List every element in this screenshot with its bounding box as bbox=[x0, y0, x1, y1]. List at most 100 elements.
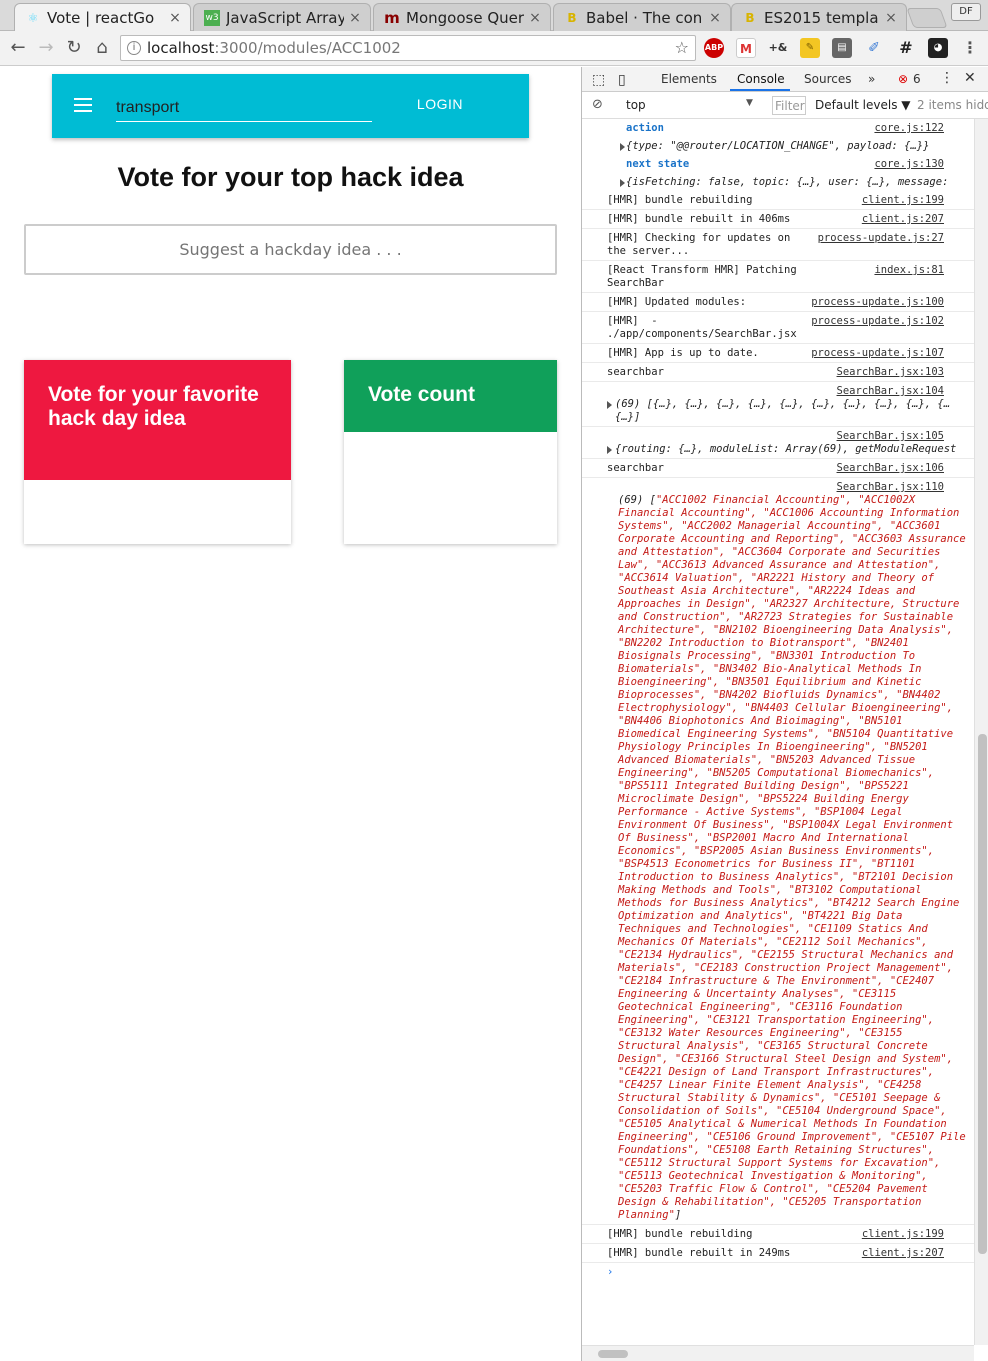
console-log: core.js:122 action {type: "@@router/LOCATI… bbox=[582, 119, 974, 1345]
console-row: core.js:122 action bbox=[582, 119, 974, 137]
tab-mongoose-query[interactable]: m Mongoose Quer × bbox=[373, 3, 551, 31]
log-source-link[interactable]: process-update.js:27 bbox=[813, 232, 944, 245]
url-path: :3000/modules/ACC1002 bbox=[214, 39, 401, 57]
console-row: {type: "@@router/LOCATION_CHANGE", paylo… bbox=[582, 137, 974, 155]
tab-title: ES2015 templa bbox=[764, 8, 879, 27]
back-icon[interactable]: ← bbox=[6, 36, 30, 60]
log-message: {type: "@@router/LOCATION_CHANGE", paylo… bbox=[626, 140, 930, 152]
log-source-link[interactable]: SearchBar.jsx:110 bbox=[832, 481, 944, 494]
tab-title: Babel · The con bbox=[586, 8, 703, 27]
log-source-link[interactable]: SearchBar.jsx:105 bbox=[832, 430, 944, 443]
levels-select[interactable]: Default levels ▼ bbox=[815, 98, 911, 112]
expand-triangle-icon[interactable] bbox=[620, 179, 625, 187]
menu-dots-icon[interactable]: ⋮ bbox=[960, 38, 980, 58]
log-source-link[interactable]: client.js:207 bbox=[857, 1247, 944, 1260]
console-row: client.js:199 [HMR] bundle rebuilding bbox=[582, 1225, 974, 1244]
new-tab-button[interactable] bbox=[906, 8, 948, 28]
incognito-icon[interactable]: ◕ bbox=[928, 38, 948, 58]
tab-javascript-array[interactable]: w3 JavaScript Array × bbox=[193, 3, 371, 31]
console-row: process-update.js:102 [HMR] - ./app/compo… bbox=[582, 312, 974, 344]
info-icon[interactable]: i bbox=[127, 41, 141, 55]
log-source-link[interactable]: client.js:199 bbox=[857, 1228, 944, 1241]
tab-elements[interactable]: Elements bbox=[661, 72, 717, 86]
gmail-icon[interactable]: M bbox=[736, 38, 756, 58]
devtools-menu-icon[interactable]: ⋮ bbox=[940, 70, 954, 86]
array-suffix: ] bbox=[674, 1209, 682, 1221]
log-source-link[interactable]: core.js:122 bbox=[870, 122, 944, 135]
page-title: Vote for your top hack idea bbox=[117, 162, 464, 192]
chevron-down-icon[interactable]: ▼ bbox=[746, 98, 753, 108]
log-source-link[interactable]: client.js:207 bbox=[857, 213, 944, 226]
devtools-tabbar: ⬚ ▯ Elements Console Sources » ⊗ 6 ⋮ ✕ bbox=[582, 67, 988, 92]
log-source-link[interactable]: process-update.js:107 bbox=[807, 347, 944, 360]
close-icon[interactable]: × bbox=[348, 10, 362, 26]
babel-icon: B bbox=[567, 10, 577, 25]
console-row: client.js:207 [HMR] bundle rebuilt in 406… bbox=[582, 210, 974, 229]
vote-count-card: Vote count bbox=[344, 360, 557, 544]
forward-icon[interactable]: → bbox=[34, 36, 58, 60]
address-bar[interactable]: i localhost:3000/modules/ACC1002 ☆ bbox=[120, 35, 696, 61]
login-button[interactable]: LOGIN bbox=[417, 96, 463, 112]
horizontal-scrollbar[interactable] bbox=[582, 1345, 974, 1361]
tab-babel[interactable]: B Babel · The con × bbox=[553, 3, 731, 31]
console-prompt[interactable]: › bbox=[582, 1263, 974, 1281]
close-icon[interactable]: × bbox=[168, 10, 182, 26]
idea-input[interactable] bbox=[24, 224, 557, 275]
page-viewport: LOGIN Vote for your top hack idea Vote f… bbox=[0, 67, 581, 1361]
grid-icon[interactable]: # bbox=[896, 38, 916, 58]
filter-input[interactable]: Filter bbox=[772, 96, 806, 115]
babel-icon: B bbox=[745, 10, 755, 25]
close-icon[interactable]: × bbox=[528, 10, 542, 26]
tab-title: Vote | reactGo bbox=[47, 8, 155, 27]
console-row: client.js:199 [HMR] bundle rebuilding bbox=[582, 191, 974, 210]
translate-icon[interactable]: +& bbox=[768, 38, 788, 58]
error-count: 6 bbox=[913, 72, 921, 86]
inspect-icon[interactable]: ⬚ bbox=[592, 72, 605, 88]
log-source-link[interactable]: SearchBar.jsx:106 bbox=[832, 462, 944, 475]
tab-sources[interactable]: Sources bbox=[804, 72, 851, 86]
vertical-scrollbar[interactable] bbox=[974, 119, 988, 1345]
log-source-link[interactable]: client.js:199 bbox=[857, 194, 944, 207]
console-row-modules: SearchBar.jsx:110 (69) ["ACC1002 Financi… bbox=[582, 478, 974, 1225]
expand-triangle-icon[interactable] bbox=[607, 446, 612, 454]
more-tabs-icon[interactable]: » bbox=[868, 72, 875, 86]
log-source-link[interactable]: process-update.js:100 bbox=[807, 296, 944, 309]
search-input[interactable] bbox=[116, 88, 372, 122]
console-row: process-update.js:107 [HMR] App is up to … bbox=[582, 344, 974, 363]
adblock-icon[interactable]: ABP bbox=[704, 38, 724, 58]
scroll-thumb[interactable] bbox=[978, 734, 987, 1254]
extension-icon[interactable]: ▤ bbox=[832, 38, 852, 58]
profile-badge[interactable]: DF bbox=[951, 3, 981, 21]
url-host: localhost bbox=[147, 39, 215, 57]
log-source-link[interactable]: SearchBar.jsx:104 bbox=[832, 385, 944, 398]
tab-es2015-templates[interactable]: B ES2015 templa × bbox=[731, 3, 907, 31]
console-row: core.js:130 next state bbox=[582, 155, 974, 173]
console-rows-tail: client.js:199 [HMR] bundle rebuilding clie… bbox=[582, 1225, 974, 1263]
log-source-link[interactable]: core.js:130 bbox=[870, 158, 944, 171]
extension-icon[interactable]: ✎ bbox=[800, 38, 820, 58]
expand-triangle-icon[interactable] bbox=[620, 143, 625, 151]
close-icon[interactable]: × bbox=[708, 10, 722, 26]
log-source-link[interactable]: SearchBar.jsx:103 bbox=[832, 366, 944, 379]
close-icon[interactable]: × bbox=[884, 10, 898, 26]
device-toolbar-icon[interactable]: ▯ bbox=[618, 72, 626, 88]
close-devtools-icon[interactable]: ✕ bbox=[964, 70, 976, 86]
scroll-thumb[interactable] bbox=[598, 1350, 628, 1358]
clear-console-icon[interactable]: ⊘ bbox=[592, 97, 603, 112]
hamburger-menu-icon[interactable] bbox=[74, 98, 92, 112]
react-icon: ⚛ bbox=[27, 10, 39, 25]
reload-icon[interactable]: ↻ bbox=[62, 36, 86, 60]
active-tab-indicator bbox=[730, 89, 790, 91]
context-select[interactable]: top bbox=[626, 98, 646, 112]
tab-console[interactable]: Console bbox=[737, 72, 785, 86]
log-source-link[interactable]: index.js:81 bbox=[870, 264, 944, 277]
console-row: client.js:207 [HMR] bundle rebuilt in 249… bbox=[582, 1244, 974, 1263]
error-icon[interactable]: ⊗ bbox=[898, 72, 908, 86]
console-row: {isFetching: false, topic: {…}, user: {…… bbox=[582, 173, 974, 191]
tab-vote-reactgo[interactable]: ⚛ Vote | reactGo × bbox=[14, 3, 191, 31]
bookmark-star-icon[interactable]: ☆ bbox=[675, 36, 689, 60]
log-source-link[interactable]: process-update.js:102 bbox=[807, 315, 944, 328]
eyedropper-icon[interactable]: ✐ bbox=[864, 38, 884, 58]
expand-triangle-icon[interactable] bbox=[607, 401, 612, 409]
home-icon[interactable]: ⌂ bbox=[90, 36, 114, 60]
